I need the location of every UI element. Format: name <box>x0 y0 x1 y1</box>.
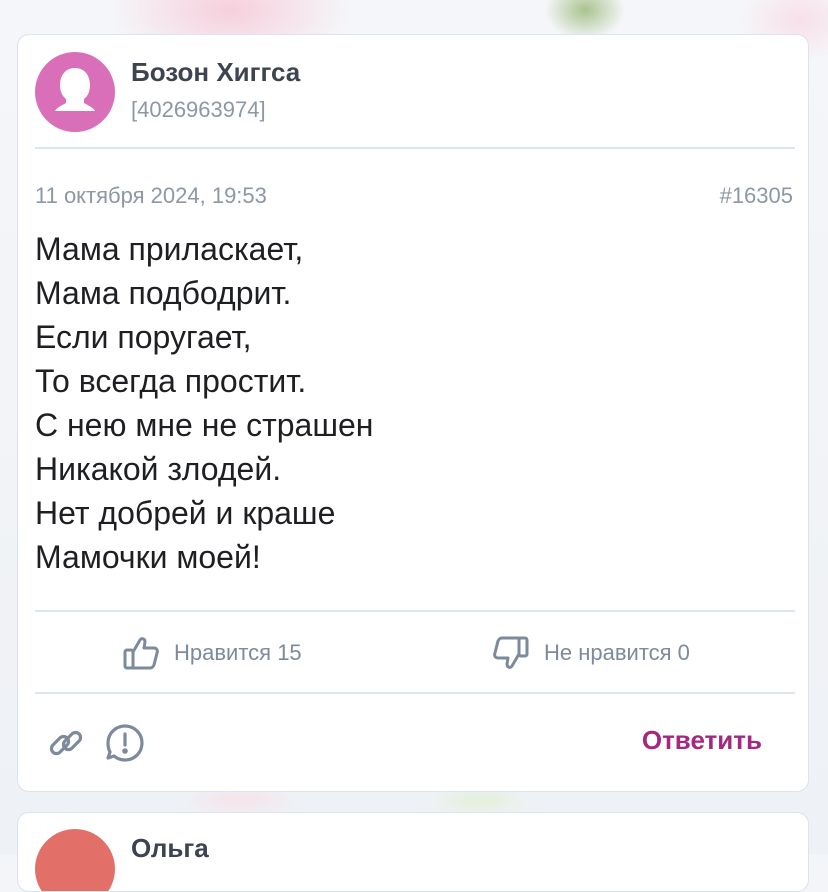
like-button[interactable]: Нравится 15 <box>122 633 302 673</box>
post-text-line: То всегда простит. <box>35 363 307 399</box>
like-label: Нравится 15 <box>174 640 302 665</box>
next-author-avatar[interactable] <box>35 829 115 891</box>
header-divider <box>35 147 795 149</box>
post-text-line: Нет добрей и краше <box>35 495 336 531</box>
post-text: Мама приласкает, Мама подбодрит. Если по… <box>35 227 775 579</box>
reactions-divider-top <box>35 610 795 612</box>
next-post-card: Ольга <box>17 812 809 892</box>
dislike-label: Не нравится 0 <box>544 640 690 665</box>
link-button[interactable] <box>46 723 86 763</box>
dislike-button[interactable]: Не нравится 0 <box>492 633 690 673</box>
author-id: [4026963974] <box>131 97 266 122</box>
post-text-line: Мамочки моей! <box>35 539 261 575</box>
post-text-line: Если поругает, <box>35 319 252 355</box>
post-text-line: Мама приласкает, <box>35 231 304 267</box>
next-author-name[interactable]: Ольга <box>131 833 209 864</box>
report-button[interactable] <box>105 723 145 763</box>
reactions-divider-bottom <box>35 692 795 694</box>
post-text-line: С нею мне не страшен <box>35 407 374 443</box>
report-icon <box>106 724 144 762</box>
post-date: 11 октября 2024, 19:53 <box>35 183 267 208</box>
thumbs-up-icon <box>123 637 159 670</box>
thumbs-down-icon <box>493 636 529 669</box>
author-avatar[interactable] <box>35 52 115 132</box>
author-name[interactable]: Бозон Хиггса <box>131 57 300 88</box>
user-silhouette-icon <box>55 68 95 111</box>
post-card: Бозон Хиггса [4026963974] 11 октября 202… <box>17 34 809 792</box>
link-icon <box>49 730 83 756</box>
reply-button[interactable]: Ответить <box>642 725 762 756</box>
post-text-line: Никакой злодей. <box>35 451 282 487</box>
post-number[interactable]: #16305 <box>720 183 793 209</box>
post-text-line: Мама подбодрит. <box>35 275 292 311</box>
